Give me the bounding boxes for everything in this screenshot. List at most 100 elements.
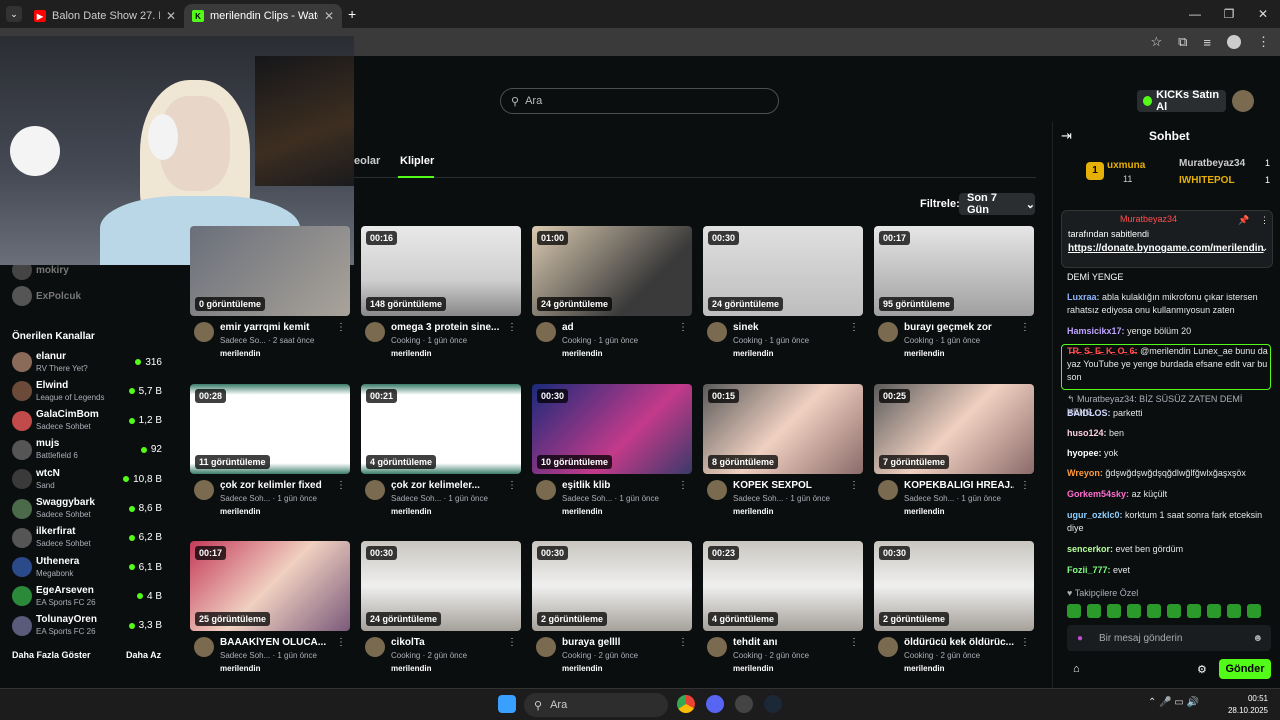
emote-icon[interactable] [1167, 604, 1181, 618]
clip-title[interactable]: cikolTa [391, 637, 501, 648]
taskbar-clock[interactable]: 00:51 28.10.2025 [1224, 693, 1268, 717]
avatar[interactable] [878, 322, 898, 342]
windows-start-icon[interactable] [498, 695, 516, 713]
clip-channel[interactable]: merilendin [220, 507, 260, 516]
emoji-icon[interactable]: ☻ [1252, 633, 1263, 644]
sidebar-channel[interactable]: mujs Battlefield 6 92 [12, 436, 162, 464]
clip-card[interactable]: 00:30 2 görüntüleme öldürücü kek öldürüc… [874, 541, 1034, 673]
chat-input[interactable]: ● Bir mesaj gönderin ☻ [1067, 625, 1271, 651]
emote-icon[interactable] [1227, 604, 1241, 618]
store-icon[interactable]: ⌂ [1073, 663, 1080, 675]
clip-card[interactable]: 01:00 24 görüntüleme ad ⋮ Cooking · 1 gü… [532, 226, 692, 358]
avatar[interactable] [536, 637, 556, 657]
chat-username[interactable]: huso124: [1067, 428, 1107, 438]
clip-thumbnail[interactable]: 00:30 24 görüntüleme [703, 226, 863, 316]
send-button[interactable]: Gönder [1219, 659, 1271, 679]
avatar[interactable] [878, 480, 898, 500]
clip-thumbnail[interactable]: 00:28 11 görüntüleme [190, 384, 350, 474]
tab-videos[interactable]: eolar [354, 155, 380, 167]
avatar[interactable] [707, 637, 727, 657]
sidebar-channel[interactable]: Swaggybark Sadece Sohbet 8,6 B [12, 495, 162, 523]
discord-icon[interactable] [706, 695, 724, 713]
chat-username[interactable]: hyopee: [1067, 448, 1102, 458]
clip-title[interactable]: eşitlik klib [562, 480, 672, 491]
clip-card[interactable]: 00:28 11 görüntüleme çok zor kelimler fi… [190, 384, 350, 516]
sidebar-channel[interactable]: EgeArseven EA Sports FC 26 4 B [12, 582, 162, 610]
clip-thumbnail[interactable]: 00:16 148 görüntüleme [361, 226, 521, 316]
avatar[interactable] [194, 480, 214, 500]
chat-username[interactable]: sencerkor: [1067, 544, 1113, 554]
clip-thumbnail[interactable]: 00:30 2 görüntüleme [874, 541, 1034, 631]
clip-thumbnail[interactable]: 00:30 10 görüntüleme [532, 384, 692, 474]
clip-card[interactable]: 0 görüntüleme emir yarrqmi kemit ⋮ Sadec… [190, 226, 350, 358]
filter-dropdown[interactable]: Son 7 Gün ⌄ [959, 192, 1035, 216]
sidebar-channel[interactable]: ilkerfirat Sadece Sohbet 6,2 B [12, 524, 162, 552]
clip-card[interactable]: 00:15 8 görüntüleme KÖPEK SEXPOL ⋮ Sadec… [703, 384, 863, 516]
close-window-icon[interactable]: ✕ [1246, 0, 1280, 28]
microphone-icon[interactable]: ● [1077, 633, 1083, 644]
third-name[interactable]: IWHITEPOL [1179, 175, 1235, 186]
clip-channel[interactable]: merilendin [562, 664, 602, 673]
chat-username[interactable]: Hamsicikx17: [1067, 326, 1125, 336]
search-input[interactable]: ⚲ Ara [500, 88, 779, 114]
clip-thumbnail[interactable]: 00:30 2 görüntüleme [532, 541, 692, 631]
emote-icon[interactable] [1067, 604, 1081, 618]
emote-icon[interactable] [1107, 604, 1121, 618]
sidebar-channel[interactable]: GalaCimBom Sadece Sohbet 1,2 B [12, 407, 162, 435]
clip-thumbnail[interactable]: 0 görüntüleme [190, 226, 350, 316]
clip-card[interactable]: 00:17 95 görüntüleme burayı geçmek zor ⋮… [874, 226, 1034, 358]
clip-channel[interactable]: merilendin [391, 507, 431, 516]
clip-title[interactable]: buraya gellll [562, 637, 672, 648]
clip-thumbnail[interactable]: 00:25 7 görüntüleme [874, 384, 1034, 474]
avatar[interactable] [536, 480, 556, 500]
show-more-link[interactable]: Daha Fazla Göster [12, 650, 91, 660]
clip-thumbnail[interactable]: 00:21 4 görüntüleme [361, 384, 521, 474]
clip-channel[interactable]: merilendin [904, 664, 944, 673]
chat-username[interactable]: ugur_ozklc0: [1067, 510, 1123, 520]
chat-username[interactable]: Gorkem54sky: [1067, 489, 1129, 499]
avatar[interactable] [878, 637, 898, 657]
more-menu-icon[interactable]: ⋮ [507, 480, 517, 491]
sidebar-followed-expolcuk[interactable]: ExPolcuk [12, 286, 81, 306]
chat-username[interactable]: Fozii_777: [1067, 565, 1111, 575]
chevron-down-icon[interactable]: ⌄ [1260, 243, 1268, 254]
clip-card[interactable]: 00:23 4 görüntüleme tehdit anı ⋮ Cooking… [703, 541, 863, 673]
clip-channel[interactable]: merilendin [733, 664, 773, 673]
clip-title[interactable]: çok zor kelimeler... [391, 480, 501, 491]
second-name[interactable]: Muratbeyaz34 [1179, 158, 1245, 169]
clip-thumbnail[interactable]: 00:23 4 görüntüleme [703, 541, 863, 631]
steam-icon[interactable] [764, 695, 782, 713]
more-menu-icon[interactable]: ⋮ [336, 322, 346, 333]
more-menu-icon[interactable]: ⋮ [1020, 480, 1030, 491]
extensions-icon[interactable]: ⧉ [1178, 34, 1187, 50]
clip-title[interactable]: öldürücü kek öldürüc... [904, 637, 1014, 648]
clip-card[interactable]: 00:17 25 görüntüleme BAAAKİYEN OLUCA... … [190, 541, 350, 673]
emote-icon[interactable] [1187, 604, 1201, 618]
more-menu-icon[interactable]: ⋮ [849, 480, 859, 491]
clip-thumbnail[interactable]: 00:15 8 görüntüleme [703, 384, 863, 474]
avatar[interactable] [365, 637, 385, 657]
clip-title[interactable]: KOPEKBALIĞI HREAJ... [904, 480, 1014, 491]
new-tab-button[interactable]: + [348, 6, 356, 22]
clip-title[interactable]: omega 3 protein sine... [391, 322, 501, 333]
kicks-buy-button[interactable]: KICKs Satın Al [1137, 89, 1226, 113]
more-menu-icon[interactable]: ⋮ [507, 637, 517, 648]
browser-tab-kick[interactable]: K merilendin Clips - Watch Live on Kick … [184, 4, 342, 28]
sidebar-channel[interactable]: elanur RV There Yet? 316 [12, 348, 162, 376]
avatar[interactable] [536, 322, 556, 342]
user-avatar[interactable] [1232, 90, 1254, 112]
chat-username[interactable]: BAIDLOS: [1067, 408, 1111, 418]
pinned-link[interactable]: https://donate.bynogame.com/merilendin [1068, 242, 1264, 255]
clip-card[interactable]: 00:25 7 görüntüleme KOPEKBALIĞI HREAJ...… [874, 384, 1034, 516]
more-menu-icon[interactable]: ⋮ [1020, 637, 1030, 648]
clip-title[interactable]: çok zor kelimler fixed [220, 480, 330, 491]
clip-card[interactable]: 00:30 10 görüntüleme eşitlik klib ⋮ Sade… [532, 384, 692, 516]
clip-channel[interactable]: merilendin [562, 349, 602, 358]
clip-thumbnail[interactable]: 01:00 24 görüntüleme [532, 226, 692, 316]
clip-channel[interactable]: merilendin [220, 664, 260, 673]
clip-thumbnail[interactable]: 00:17 25 görüntüleme [190, 541, 350, 631]
minimize-icon[interactable]: — [1178, 0, 1212, 28]
clip-title[interactable]: BAAAKİYEN OLUCA... [220, 637, 330, 648]
tab-list-icon[interactable]: ⌄ [6, 6, 22, 22]
clip-channel[interactable]: merilendin [391, 664, 431, 673]
